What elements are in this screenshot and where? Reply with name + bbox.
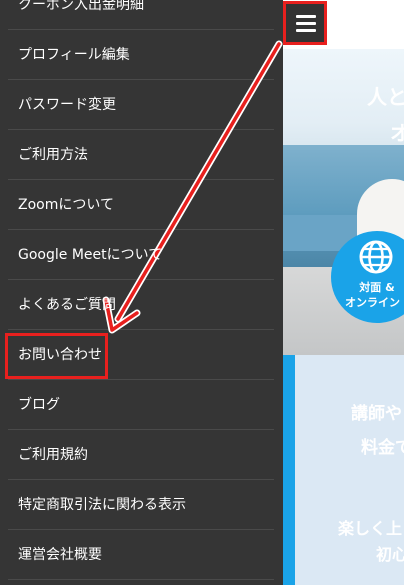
menu-item-about-zoom[interactable]: Zoomについて [8,180,274,230]
hamburger-menu-icon [286,4,324,42]
menu-item-blog[interactable]: ブログ [8,380,274,430]
badge-line1: 対面 & [359,281,395,294]
accent-stripe [283,355,295,585]
menu-item-company-overview[interactable]: 運営会社概要 [8,530,274,580]
feature-line3: 楽しく上 [338,519,403,538]
feature-section: 講師や 料金で 楽しく上 初心 [283,355,404,585]
menu-item-label: 特定商取引法に関わる表示 [18,497,186,513]
menu-item-label: クーポン入出金明細 [18,0,144,13]
menu-item-label: お問い合わせ [18,347,102,363]
screen: 人と オ 対面 & オンライン 講師や 料金で 楽しく上 初心 クーポン入出金明… [0,0,404,585]
menu-item-label: よくあるご質問 [18,297,116,313]
menu-item-coupon-history[interactable]: クーポン入出金明細 [8,0,274,30]
hero-heading-line2: オ [390,121,404,145]
hero-heading-line1: 人と [367,85,404,109]
menu-item-contact[interactable]: お問い合わせ [8,330,274,380]
menu-item-label: Google Meetについて [18,247,163,263]
menu-item-label: プロフィール編集 [18,47,130,63]
menu-item-label: Zoomについて [18,197,114,213]
hero-banner: 人と オ 対面 & オンライン [283,49,404,355]
menu-item-about-google-meet[interactable]: Google Meetについて [8,230,274,280]
feature-line1: 講師や [351,404,402,424]
feature-line4: 初心 [376,545,404,564]
menu-item-terms-of-use[interactable]: ご利用規約 [8,430,274,480]
menu-item-label: ブログ [18,397,60,413]
menu-item-label: ご利用規約 [18,447,88,463]
menu-item-change-password[interactable]: パスワード変更 [8,80,274,130]
menu-item-label: パスワード変更 [18,97,116,113]
hamburger-menu-button[interactable] [283,1,327,45]
menu-item-faq[interactable]: よくあるご質問 [8,280,274,330]
menu-item-label: 運営会社概要 [18,547,102,563]
globe-icon [359,240,393,274]
background-page: 人と オ 対面 & オンライン 講師や 料金で 楽しく上 初心 [283,0,404,585]
feature-line2: 料金で [361,438,404,458]
menu-item-commercial-transactions[interactable]: 特定商取引法に関わる表示 [8,480,274,530]
menu-item-how-to-use[interactable]: ご利用方法 [8,130,274,180]
menu-item-label: ご利用方法 [18,147,88,163]
drawer-menu-list: クーポン入出金明細 プロフィール編集 パスワード変更 ご利用方法 Zoomについ… [0,0,283,580]
navigation-drawer: クーポン入出金明細 プロフィール編集 パスワード変更 ご利用方法 Zoomについ… [0,0,283,585]
badge-line2: オンライン [345,296,400,309]
menu-item-edit-profile[interactable]: プロフィール編集 [8,30,274,80]
